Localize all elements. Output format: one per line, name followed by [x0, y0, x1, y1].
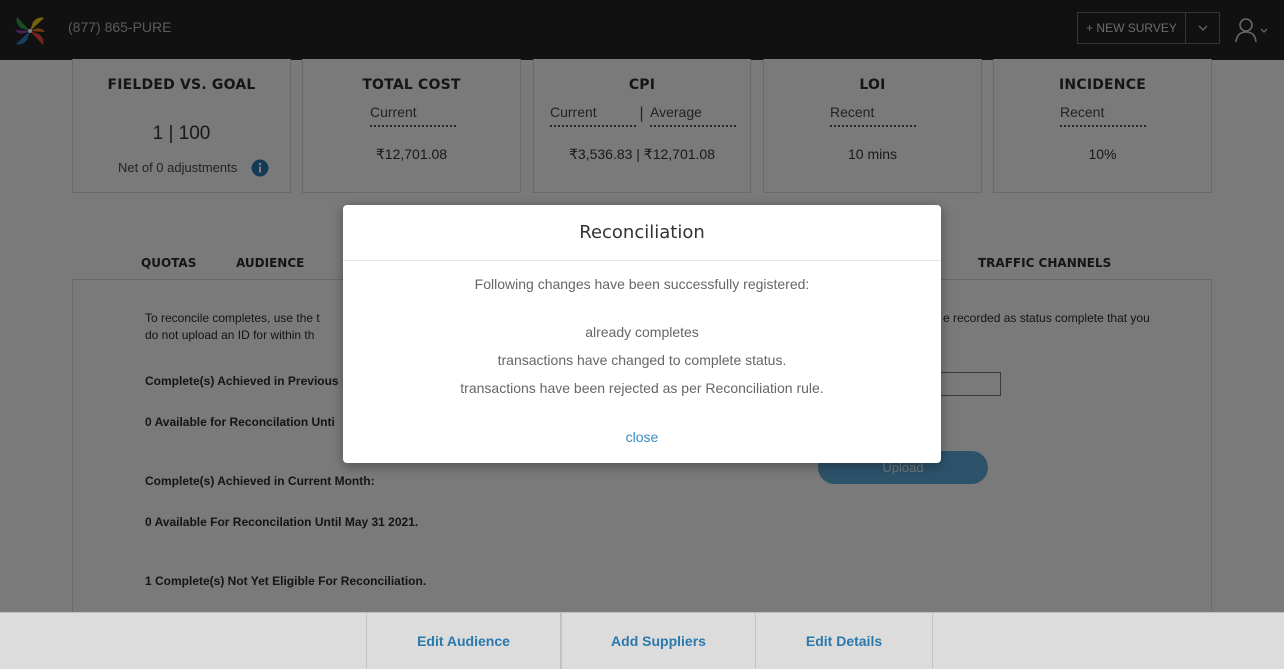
modal-result-completes: already completes	[585, 324, 699, 340]
modal-divider	[343, 260, 941, 261]
modal-title: Reconciliation	[579, 222, 705, 243]
modal-message: Following changes have been successfully…	[474, 276, 810, 292]
edit-details-button[interactable]: Edit Details	[755, 613, 933, 669]
footer-action-bar: Edit Audience Add Suppliers Edit Details	[0, 612, 1284, 669]
modal-result-rejected: transactions have been rejected as per R…	[460, 380, 824, 396]
reconciliation-modal: Reconciliation Following changes have be…	[343, 205, 941, 463]
edit-audience-button[interactable]: Edit Audience	[366, 613, 561, 669]
modal-result-changed: transactions have changed to complete st…	[497, 352, 787, 368]
add-suppliers-button[interactable]: Add Suppliers	[561, 613, 756, 669]
close-link[interactable]: close	[343, 429, 941, 445]
